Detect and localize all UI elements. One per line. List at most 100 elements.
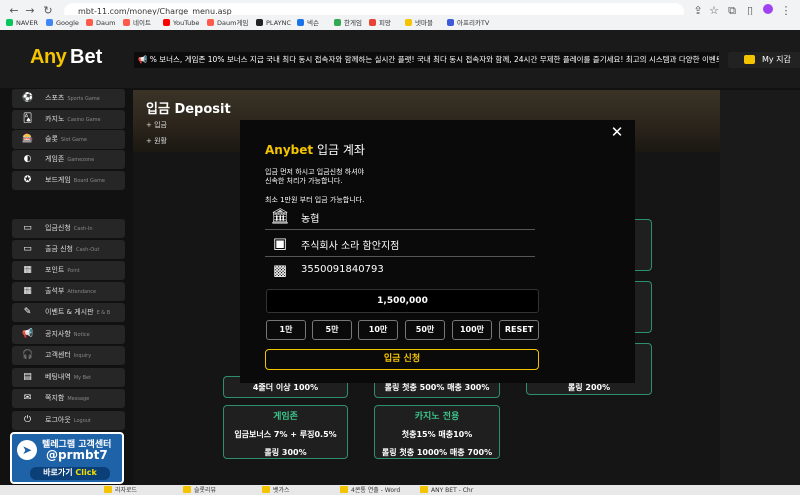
- modal-title-text: 입금 계좌: [313, 143, 365, 157]
- telegram-handle: @prmbt7: [46, 448, 108, 462]
- taskbar-app-1[interactable]: 슬롯리뷰: [183, 486, 216, 495]
- card-line: 4줄더 이상 100%: [252, 383, 319, 392]
- sidebar-item-label: 게임존 Gamezone: [45, 150, 94, 170]
- bookmark-10[interactable]: 넷마블: [405, 18, 433, 28]
- sidebar-item-menu-6[interactable]: 🎧 고객센터 Inquiry: [12, 346, 125, 365]
- card-line: 롤링 첫충 500% 매충 300%: [384, 383, 490, 392]
- sidebar-item-label: 입금신청 Cash-In: [45, 219, 93, 239]
- bookmark-7[interactable]: 넥슨: [297, 18, 319, 28]
- sidebar-icon: ▭: [23, 223, 32, 233]
- label-main: 이벤트 & 게시판: [45, 308, 94, 316]
- bookmark-label: PLAYNC: [266, 19, 292, 27]
- logo-bet: Bet: [70, 46, 103, 68]
- label-sub: Attendance: [67, 289, 97, 295]
- modal-note-2: 신속한 처리가 가능합니다.: [265, 177, 343, 185]
- sidebar-icon: ⚽: [22, 93, 34, 103]
- label-sub: Casino Game: [67, 117, 101, 123]
- bookmark-11[interactable]: 아프리카TV: [447, 18, 489, 28]
- site-logo[interactable]: Any Bet: [30, 46, 110, 70]
- taskbar-app-0[interactable]: 리자로드: [104, 486, 137, 495]
- os-taskbar: 리자로드 슬롯리뷰 벳가스 4콘통 연출 - Word ANY BET - Chr: [0, 485, 800, 495]
- amount-100k-button[interactable]: 10만: [358, 320, 398, 340]
- sidebar-item-menu-9[interactable]: ⏻ 로그아웃 Logout: [12, 411, 125, 430]
- taskbar-app-2[interactable]: 벳가스: [262, 486, 290, 495]
- label-sub: Inquiry: [73, 353, 92, 359]
- label-main: 공지사항: [45, 330, 71, 338]
- taskbar-label: 벳가스: [273, 487, 290, 494]
- sidebar-item-menu-0[interactable]: ▭ 입금신청 Cash-In: [12, 219, 125, 238]
- label-sub: Logout: [73, 418, 91, 424]
- taskbar-label: ANY BET - Chr: [431, 487, 474, 494]
- bookmark-0[interactable]: NAVER: [6, 18, 38, 28]
- label-main: 슬롯: [45, 135, 58, 143]
- sidebar-item-games-1[interactable]: 🂡 카지노 Casino Game: [12, 110, 125, 129]
- telegram-go-button[interactable]: 바로가기 Click: [30, 467, 110, 480]
- bonus-card-gamezone: 게임존 입금보너스 7% + 루징0.5% 롤링 300%: [223, 405, 348, 459]
- bookmark-6[interactable]: PLAYNC: [256, 18, 291, 28]
- label-main: 쪽지함: [45, 394, 65, 402]
- taskbar-app-4[interactable]: ANY BET - Chr: [420, 486, 473, 495]
- bookmark-4[interactable]: YouTube: [163, 18, 199, 28]
- amount-10k-button[interactable]: 1만: [266, 320, 306, 340]
- sidebar-item-label: 출금 신청 Cash-Out: [45, 240, 99, 260]
- sidebar-icon: ▭: [23, 244, 32, 254]
- sidebar-item-menu-5[interactable]: 📢 공지사항 Notice: [12, 325, 125, 344]
- sidebar-icon: ⏻: [23, 415, 32, 425]
- sidebar-icon: 🎧: [22, 350, 34, 360]
- taskbar-label: 리자로드: [115, 487, 138, 494]
- sidebar-item-menu-3[interactable]: ▦ 출석부 Attendance: [12, 282, 125, 301]
- close-icon[interactable]: ✕: [609, 124, 625, 140]
- bookmark-label: 네이트: [133, 19, 151, 27]
- sidebar-item-label: 출석부 Attendance: [45, 282, 96, 302]
- account-number-icon: ▩: [272, 261, 288, 279]
- label-main: 스포츠: [45, 94, 65, 102]
- label-sub: Point: [67, 268, 80, 274]
- sidebar-item-games-2[interactable]: 🎰 슬롯 Slot Game: [12, 130, 125, 149]
- amount-500k-button[interactable]: 50만: [405, 320, 445, 340]
- sidebar-item-games-3[interactable]: ◐ 게임존 Gamezone: [12, 150, 125, 169]
- sidebar-icon: ▦: [23, 286, 32, 296]
- label-sub: My Bet: [73, 375, 92, 381]
- bookmark-3[interactable]: 네이트: [123, 18, 151, 28]
- deposit-submit-button[interactable]: 입금 신청: [265, 349, 539, 370]
- reset-button[interactable]: RESET: [499, 320, 539, 340]
- app-icon: [104, 486, 112, 493]
- label-sub: Slot Game: [60, 137, 87, 143]
- bookmark-icon: [405, 19, 412, 26]
- label-main: 출금 신청: [45, 245, 73, 253]
- sidebar-item-label: 베팅내역 My Bet: [45, 368, 91, 388]
- bookmark-5[interactable]: Daum게임: [207, 18, 248, 28]
- sidebar-item-menu-7[interactable]: ▤ 베팅내역 My Bet: [12, 368, 125, 387]
- my-wallet-button[interactable]: My 지갑: [728, 52, 800, 68]
- taskbar-app-3[interactable]: 4콘통 연출 - Word: [340, 486, 400, 495]
- wallet-label: My 지갑: [762, 55, 791, 64]
- bookmark-8[interactable]: 한게임: [334, 18, 362, 28]
- bookmark-icon: [334, 19, 341, 26]
- bookmark-icon: [6, 19, 13, 26]
- app-icon: [420, 486, 428, 493]
- label-sub: Board Game: [73, 178, 105, 184]
- amount-50k-button[interactable]: 5만: [312, 320, 352, 340]
- bookmark-icon: [297, 19, 304, 26]
- breadcrumb-deposit: + 입금: [146, 121, 167, 129]
- telegram-banner[interactable]: ➤ 텔레그램 고객센터 @prmbt7 바로가기 Click: [10, 432, 124, 484]
- label-sub: Message: [67, 396, 90, 402]
- sidebar-item-games-0[interactable]: ⚽ 스포츠 Sports Game: [12, 89, 125, 108]
- sidebar-item-menu-2[interactable]: ▦ 포인트 Point: [12, 261, 125, 280]
- modal-brand: Anybet: [265, 143, 314, 157]
- logo-any: Any: [30, 46, 67, 68]
- sidebar-item-menu-1[interactable]: ▭ 출금 신청 Cash-Out: [12, 240, 125, 259]
- amount-1m-button[interactable]: 100만: [452, 320, 492, 340]
- bookmark-1[interactable]: Google: [46, 18, 79, 28]
- label-main: 출석부: [45, 287, 65, 295]
- sidebar-item-games-4[interactable]: ✪ 보드게임 Board Game: [12, 171, 125, 190]
- label-main: 베팅내역: [45, 373, 71, 381]
- bookmark-9[interactable]: 피망: [369, 18, 391, 28]
- bookmark-label: 피망: [379, 19, 391, 27]
- sidebar-item-menu-8[interactable]: ✉ 쪽지함 Message: [12, 389, 125, 408]
- sidebar-item-menu-4[interactable]: ✎ 이벤트 & 게시판 E & B: [12, 303, 125, 322]
- amount-input[interactable]: 1,500,000: [266, 289, 539, 313]
- label-main: 게임존: [45, 155, 65, 163]
- label-main: 카지노: [45, 115, 65, 123]
- bookmark-2[interactable]: Daum: [86, 18, 115, 28]
